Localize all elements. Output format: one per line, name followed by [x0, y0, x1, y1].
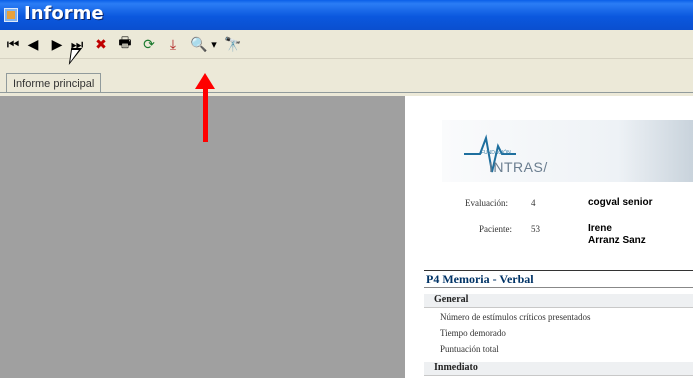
paciente-label: Paciente: [479, 224, 512, 234]
paciente-last-name: Arranz Sanz [588, 235, 646, 246]
general-header: General [424, 294, 693, 308]
table-row: Número de estímulos críticos presentados [440, 312, 591, 322]
logo-subtitle: FUNDACIÓN [481, 150, 511, 156]
tab-informe-principal[interactable]: Informe principal [6, 73, 102, 93]
next-page-icon[interactable]: ▶ [50, 34, 64, 54]
paciente-number: 53 [531, 224, 540, 234]
first-page-icon[interactable]: ⏮ [6, 34, 20, 54]
section-header: P4 Memoria - Verbal [424, 270, 693, 288]
report-viewport[interactable]: FUNDACIÓN INTRAS/ Evaluación: 4 cogval s… [0, 96, 693, 378]
table-row: Puntuación total [440, 344, 499, 354]
report-toolbar: ⏮ ◀ ▶ ⏭ ✖ 🖶 ⟳ ⤓ 🔍 ▾ 🔭 [0, 30, 693, 59]
app-icon [4, 8, 18, 22]
general-label: General [434, 294, 469, 305]
paciente-first-name: Irene [588, 223, 612, 234]
evaluacion-number: 4 [531, 198, 536, 208]
tab-strip: Informe principal [0, 59, 693, 95]
export-icon[interactable]: ⤓ [164, 34, 182, 54]
red-arrow-shaft [203, 84, 208, 142]
table-row: Tiempo demorado [440, 328, 506, 338]
zoom-icon[interactable]: 🔍 [190, 34, 208, 54]
inmediato-header: Inmediato [424, 362, 693, 376]
logo-text: INTRAS/ [489, 159, 548, 175]
report-page: FUNDACIÓN INTRAS/ Evaluación: 4 cogval s… [405, 96, 693, 378]
logo-banner [442, 120, 693, 182]
inmediato-label: Inmediato [434, 362, 478, 373]
window-title: Informe [24, 3, 104, 24]
print-icon[interactable]: 🖶 [116, 34, 134, 54]
stop-icon[interactable]: ✖ [94, 34, 108, 54]
find-icon[interactable]: 🔭 [224, 34, 242, 54]
evaluacion-name: cogval senior [588, 197, 653, 208]
title-bar: Informe [0, 0, 693, 30]
previous-page-icon[interactable]: ◀ [26, 34, 40, 54]
section-title: P4 Memoria - Verbal [426, 272, 534, 286]
evaluacion-label: Evaluación: [465, 198, 508, 208]
zoom-dropdown-icon[interactable]: ▾ [208, 34, 220, 54]
tab-divider [0, 92, 693, 93]
refresh-icon[interactable]: ⟳ [140, 34, 158, 54]
